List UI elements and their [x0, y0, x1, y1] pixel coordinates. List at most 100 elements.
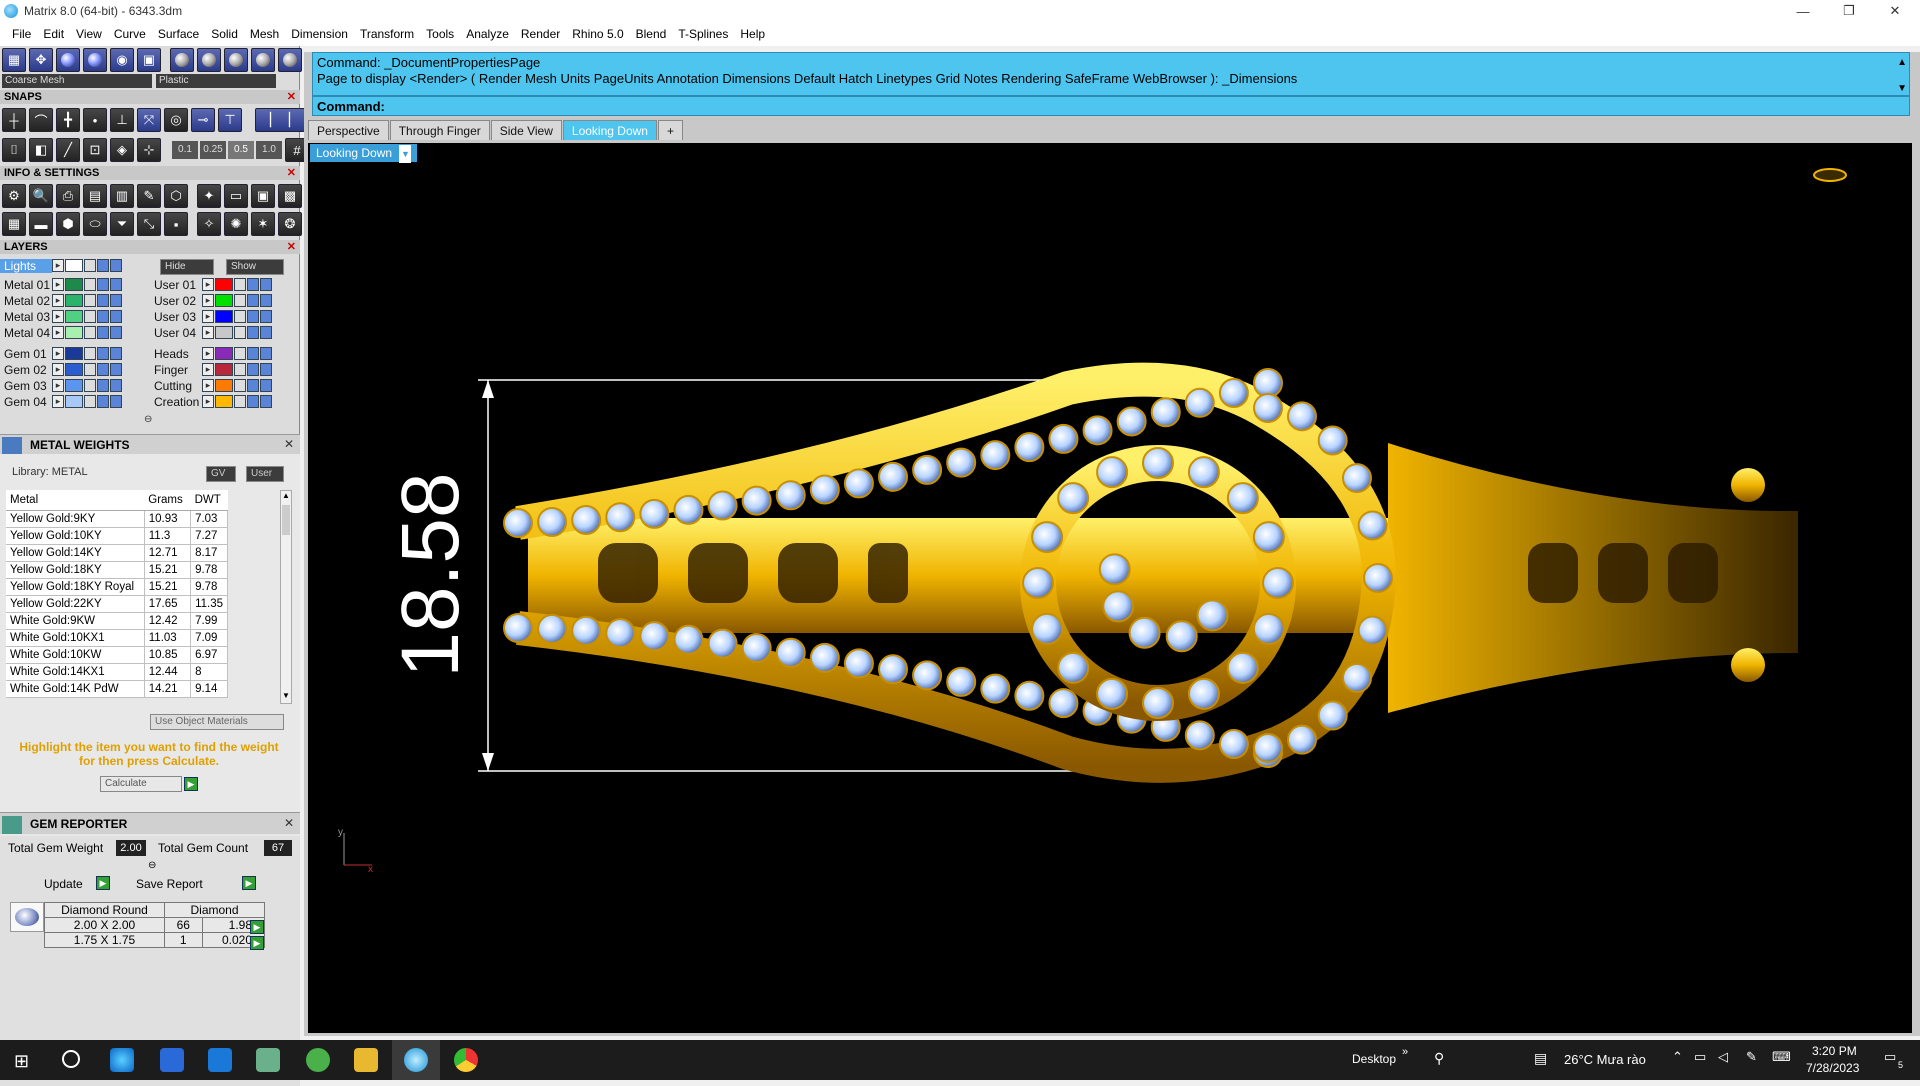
expand-arrow-icon[interactable]: ▸ [52, 310, 64, 323]
expand-arrow-icon[interactable]: ▸ [52, 395, 64, 408]
cylinder-icon[interactable]: ⬭ [83, 212, 107, 236]
layer-row[interactable]: Gem 01 ▸ [0, 346, 122, 361]
shaded-sphere-icon[interactable] [56, 48, 80, 72]
store-icon[interactable] [160, 1048, 184, 1072]
calculate-button[interactable]: Calculate [100, 776, 182, 792]
layer-color-swatch[interactable] [65, 294, 83, 307]
expand-arrow-icon[interactable]: ▸ [52, 363, 64, 376]
layer-color-swatch[interactable] [215, 294, 233, 307]
visibility-toggle[interactable] [247, 347, 259, 360]
layer-name[interactable]: Cutting [150, 379, 202, 393]
layer-select-toggle[interactable] [260, 347, 272, 360]
people-icon[interactable]: ⚲ [1434, 1050, 1444, 1067]
layer-row[interactable]: User 04 ▸ [150, 325, 272, 340]
app-green-icon[interactable] [306, 1048, 330, 1072]
chrome-sphere-icon[interactable] [251, 48, 275, 72]
volume-icon[interactable]: ◁ [1718, 1049, 1728, 1065]
layer-color-swatch[interactable] [215, 310, 233, 323]
weather-text[interactable]: 26°C Mưa rào [1564, 1052, 1646, 1067]
lock-icon[interactable] [234, 294, 246, 307]
lock-icon[interactable] [84, 326, 96, 339]
visibility-toggle[interactable] [97, 310, 109, 323]
layer-color-swatch[interactable] [65, 379, 83, 392]
tab-through-finger[interactable]: Through Finger [389, 120, 490, 140]
menu-surface[interactable]: Surface [152, 27, 205, 41]
expand-arrow-icon[interactable]: ▸ [202, 347, 214, 360]
gem-reporter-collapse-icon[interactable]: ⊖ [148, 860, 156, 871]
layer-color-swatch[interactable] [65, 259, 83, 272]
window-icon[interactable]: ▬ [29, 212, 53, 236]
layer-color-swatch[interactable] [215, 347, 233, 360]
notification-icon[interactable]: ▭ [1884, 1049, 1896, 1065]
tile-grid-icon[interactable]: ▦ [2, 212, 26, 236]
layer-name[interactable]: Gem 03 [0, 379, 52, 393]
lock-icon[interactable] [234, 363, 246, 376]
snap-value-1-0[interactable]: 1.0 [256, 141, 282, 159]
layer-row[interactable]: Metal 03 ▸ [0, 309, 122, 324]
show-layers-button[interactable]: Show [226, 259, 284, 275]
lock-icon[interactable] [234, 326, 246, 339]
lock-icon[interactable] [84, 294, 96, 307]
viewport-looking-down[interactable]: 18.58 y x [308, 143, 1912, 1033]
visibility-toggle[interactable] [247, 379, 259, 392]
textured-sphere-icon[interactable] [224, 48, 248, 72]
cmd-scroll-up-icon[interactable]: ▲ [1897, 55, 1907, 71]
col-metal[interactable]: Metal [6, 490, 145, 511]
settings-gear-icon[interactable]: ⚙ [2, 184, 26, 208]
gem-reporter-close-icon[interactable]: ✕ [284, 816, 294, 830]
visibility-toggle[interactable] [247, 310, 259, 323]
layer-color-swatch[interactable] [65, 326, 83, 339]
expand-arrow-icon[interactable]: ▸ [202, 310, 214, 323]
tab-looking-down[interactable]: Looking Down [562, 120, 657, 140]
snaps-close-icon[interactable]: ✕ [287, 90, 296, 104]
layer-name[interactable]: Heads [150, 347, 202, 361]
menu-render[interactable]: Render [515, 27, 566, 41]
lock-icon[interactable] [84, 278, 96, 291]
renderer-icon[interactable]: ✦ [197, 184, 221, 208]
gem-report-row[interactable]: 2.00 X 2.00 66 1.98tw [44, 917, 265, 933]
layer-row[interactable]: Metal 01 ▸ [0, 277, 122, 292]
use-object-materials-button[interactable]: Use Object Materials [150, 714, 284, 730]
layer-select-toggle[interactable] [260, 363, 272, 376]
lock-icon[interactable] [234, 395, 246, 408]
expand-arrow-icon[interactable]: ▸ [202, 363, 214, 376]
layer-name[interactable]: User 01 [150, 278, 202, 292]
rendered-sphere-icon[interactable] [83, 48, 107, 72]
menu-rhino[interactable]: Rhino 5.0 [566, 27, 629, 41]
package-icon[interactable]: ▣ [251, 184, 275, 208]
layer-color-swatch[interactable] [65, 278, 83, 291]
snap-perp-icon[interactable]: ⊤ [218, 108, 242, 132]
visibility-toggle[interactable] [247, 395, 259, 408]
layer-select-toggle[interactable] [110, 278, 122, 291]
move-display-icon[interactable]: ✥ [29, 48, 53, 72]
snap-quad-icon[interactable]: ◧ [29, 138, 53, 162]
lock-icon[interactable] [234, 379, 246, 392]
photo-icon[interactable]: ▩ [278, 184, 302, 208]
environment-icon[interactable]: ◉ [110, 48, 134, 72]
tray-chevron-icon[interactable]: ⌃ [1672, 1049, 1683, 1065]
visibility-toggle[interactable] [97, 347, 109, 360]
gem-row-1-go-icon[interactable]: ▶ [250, 920, 264, 934]
menu-blend[interactable]: Blend [630, 27, 673, 41]
mesh-quality-dropdown[interactable]: Coarse Mesh [2, 74, 152, 88]
visibility-toggle[interactable] [247, 278, 259, 291]
hide-layers-button[interactable]: Hide [160, 259, 214, 275]
snap-value-0-25[interactable]: 0.25 [200, 141, 226, 159]
metal-row[interactable]: Yellow Gold:18KY Royal 15.21 9.78 [6, 578, 228, 596]
menu-curve[interactable]: Curve [108, 27, 152, 41]
file-explorer-icon[interactable] [354, 1048, 378, 1072]
snap-disable-icon[interactable]: ⊹ [137, 138, 161, 162]
filter-icon[interactable]: ⏷ [110, 212, 134, 236]
visibility-toggle[interactable] [247, 294, 259, 307]
printer-icon[interactable]: ⎙ [56, 184, 80, 208]
visibility-toggle[interactable] [97, 395, 109, 408]
keyboard-icon[interactable]: ⌨ [1772, 1049, 1791, 1065]
gem-report-icon[interactable]: ⬡ [164, 184, 188, 208]
snap-point-icon[interactable]: • [83, 108, 107, 132]
layer-name[interactable]: User 02 [150, 294, 202, 308]
layer-select-toggle[interactable] [110, 379, 122, 392]
expand-arrow-icon[interactable]: ▸ [202, 278, 214, 291]
menu-mesh[interactable]: Mesh [244, 27, 285, 41]
layer-select-toggle[interactable] [110, 395, 122, 408]
edge-browser-icon[interactable] [110, 1048, 134, 1072]
